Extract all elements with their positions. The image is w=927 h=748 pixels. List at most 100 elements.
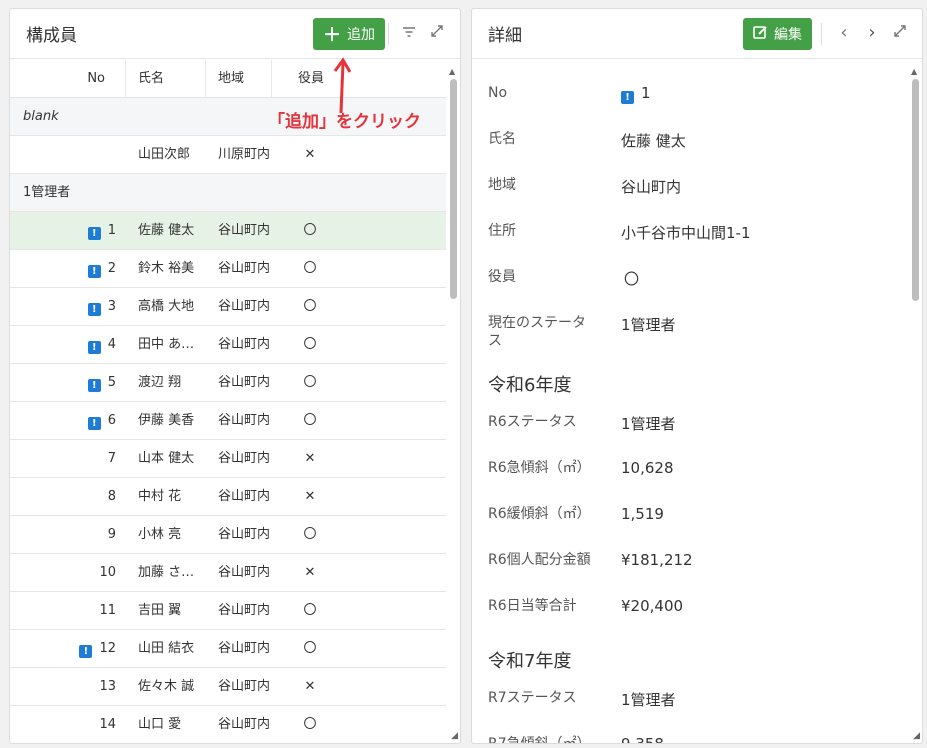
- table-row[interactable]: ! 12 山田 結衣 谷山町内 〇: [10, 630, 446, 668]
- cell-no: ! 5: [10, 364, 116, 402]
- field-value: 1管理者: [621, 316, 676, 334]
- detail-title: 詳細: [488, 26, 522, 46]
- cell-no: ! 3: [10, 288, 116, 326]
- cell-area: 谷山町内: [218, 337, 271, 352]
- field-value: 1,519: [621, 505, 664, 523]
- warning-icon: !: [87, 303, 101, 316]
- table-row[interactable]: ! 4 田中 あかり 谷山町内 〇: [10, 326, 446, 364]
- header-divider: [821, 23, 822, 45]
- cell-no: ! 6: [10, 402, 116, 440]
- members-scrollbar[interactable]: ▲: [449, 67, 457, 737]
- scroll-thumb[interactable]: [450, 79, 457, 299]
- table-row[interactable]: ! 1 佐藤 健太 谷山町内 〇: [10, 212, 446, 250]
- cell-role: 〇: [303, 299, 317, 314]
- table-row[interactable]: ! 5 渡辺 翔 谷山町内 〇: [10, 364, 446, 402]
- cell-no: 10: [99, 565, 116, 580]
- edit-button[interactable]: 編集: [743, 18, 812, 50]
- cell-name: 渡辺 翔: [138, 375, 182, 390]
- members-table: blank 山田次郎 川原町内 ✕ 1管理者! 1 佐藤 健太 谷山町内〇! 2 鈴木 裕美 谷山町…: [10, 98, 446, 743]
- field-value: 谷山町内: [621, 178, 682, 196]
- cell-name: 小林 亮: [138, 527, 182, 542]
- table-row[interactable]: 8 中村 花 谷山町内 ✕: [10, 478, 446, 516]
- cell-no: ! 2: [10, 250, 116, 288]
- section-r7-title: 令和7年度: [488, 651, 572, 672]
- cell-area: 谷山町内: [218, 717, 271, 732]
- cell-role: 〇: [303, 261, 317, 276]
- cell-role: ✕: [304, 147, 316, 162]
- cell-name: 山口 愛: [138, 717, 182, 732]
- cell-name: 佐藤 健太: [138, 223, 195, 238]
- warning-icon: !: [87, 417, 101, 430]
- cell-name: 山本 健太: [138, 451, 195, 466]
- table-row[interactable]: ! 3 高橋 大地 谷山町内 〇: [10, 288, 446, 326]
- detail-panel: 詳細 編集 ‹ › No ! 1 氏名 佐藤 健太 地域 谷山町内 住所 小千谷市…: [471, 8, 923, 744]
- table-row[interactable]: 14 山口 愛 谷山町内 〇: [10, 706, 446, 743]
- detail-header: 詳細 編集 ‹ ›: [472, 9, 922, 59]
- scroll-up-icon[interactable]: ▲: [911, 67, 917, 76]
- detail-scrollbar[interactable]: ▲: [911, 67, 919, 737]
- cell-area: 谷山町内: [218, 413, 271, 428]
- cell-no: 8: [107, 489, 116, 504]
- resize-corner-icon[interactable]: ◢: [913, 731, 920, 741]
- group-label: 1管理者: [23, 185, 71, 200]
- table-row[interactable]: ! 2 鈴木 裕美 谷山町内 〇: [10, 250, 446, 288]
- group-row[interactable]: 1管理者: [10, 174, 446, 212]
- cell-role: 〇: [303, 527, 317, 542]
- resize-corner-icon[interactable]: ◢: [451, 731, 458, 741]
- cell-no: 14: [99, 717, 116, 732]
- cell-area: 谷山町内: [218, 375, 271, 390]
- field-label: R7急傾斜（㎡）: [488, 736, 591, 744]
- scroll-up-icon[interactable]: ▲: [449, 67, 455, 76]
- field-value: ! 1: [621, 84, 651, 104]
- filter-icon[interactable]: [399, 23, 419, 41]
- cell-role: ✕: [304, 565, 316, 580]
- cell-no: ! 12: [10, 630, 116, 668]
- cell-name: 高橋 大地: [138, 299, 195, 314]
- field-value: 小千谷市中山間1-1: [621, 224, 751, 242]
- column-name[interactable]: 氏名: [126, 60, 206, 98]
- table-row[interactable]: 13 佐々木 誠 谷山町内 ✕: [10, 668, 446, 706]
- cell-name: 鈴木 裕美: [138, 261, 195, 276]
- members-title: 構成員: [26, 26, 77, 46]
- table-row[interactable]: 10 加藤 さくら 谷山町内 ✕: [10, 554, 446, 592]
- field-value: 〇: [624, 270, 640, 288]
- scroll-thumb[interactable]: [912, 79, 919, 301]
- column-no[interactable]: No: [10, 60, 126, 98]
- add-button[interactable]: ＋ 追加: [313, 18, 385, 50]
- chevron-right-icon[interactable]: ›: [862, 22, 882, 43]
- chevron-left-icon[interactable]: ‹: [834, 22, 854, 43]
- cell-area: 谷山町内: [218, 641, 271, 656]
- expand-icon[interactable]: [427, 23, 447, 41]
- cell-role: 〇: [303, 717, 317, 732]
- field-value: 9,358: [621, 735, 664, 744]
- plus-icon: ＋: [323, 25, 341, 46]
- expand-icon[interactable]: [890, 23, 910, 41]
- add-button-label: 追加: [347, 27, 375, 43]
- warning-icon: !: [87, 341, 101, 354]
- table-row[interactable]: 11 吉田 翼 谷山町内 〇: [10, 592, 446, 630]
- column-area[interactable]: 地域: [206, 60, 272, 98]
- cell-role: 〇: [303, 337, 317, 352]
- cell-area: 谷山町内: [218, 603, 271, 618]
- field-label: R6緩傾斜（㎡）: [488, 506, 591, 522]
- cell-role: 〇: [303, 641, 317, 656]
- edit-button-label: 編集: [774, 27, 802, 43]
- table-row[interactable]: 山田次郎 川原町内 ✕: [10, 136, 446, 174]
- cell-no: 13: [99, 679, 116, 694]
- cell-role: ✕: [304, 489, 316, 504]
- field-label: R6個人配分金額: [488, 552, 591, 568]
- cell-role: 〇: [303, 223, 317, 238]
- members-header: 構成員 ＋ 追加: [10, 9, 460, 59]
- table-row[interactable]: 7 山本 健太 谷山町内 ✕: [10, 440, 446, 478]
- table-row[interactable]: 9 小林 亮 谷山町内 〇: [10, 516, 446, 554]
- warning-icon: !: [87, 265, 101, 278]
- header-divider: [388, 23, 389, 45]
- cell-area: 谷山町内: [218, 679, 271, 694]
- warning-icon: !: [79, 645, 93, 658]
- field-value: 1管理者: [621, 415, 676, 433]
- warning-icon: !: [87, 227, 101, 240]
- cell-area: 谷山町内: [218, 223, 271, 238]
- table-row[interactable]: ! 6 伊藤 美香 谷山町内 〇: [10, 402, 446, 440]
- cell-area: 谷山町内: [218, 489, 271, 504]
- cell-area: 谷山町内: [218, 299, 271, 314]
